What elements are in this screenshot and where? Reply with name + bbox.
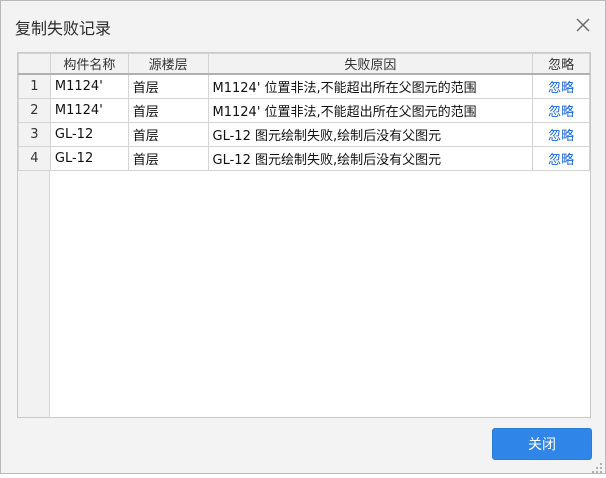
close-button[interactable] bbox=[571, 13, 595, 37]
column-header-rownum bbox=[18, 53, 51, 75]
title-bar: 复制失败记录 bbox=[1, 1, 605, 47]
cell-ignore: 忽略 bbox=[532, 145, 590, 171]
table-row[interactable]: 2 M1124' 首层 M1124' 位置非法,不能超出所在父图元的范围 忽略 bbox=[18, 97, 590, 123]
cell-reason: GL-12 图元绘制失败,绘制后没有父图元 bbox=[207, 121, 534, 147]
table-row[interactable]: 1 M1124' 首层 M1124' 位置非法,不能超出所在父图元的范围 忽略 bbox=[18, 73, 590, 99]
row-number: 1 bbox=[18, 73, 51, 99]
cell-reason: M1124' 位置非法,不能超出所在父图元的范围 bbox=[207, 73, 534, 99]
failure-records-table: 构件名称 源楼层 失败原因 忽略 1 M1124' 首层 M1124' 位置非法… bbox=[18, 53, 590, 171]
cell-source-floor: 首层 bbox=[127, 73, 209, 99]
table-header-row: 构件名称 源楼层 失败原因 忽略 bbox=[18, 53, 590, 75]
copy-failure-dialog: 复制失败记录 构件名称 源楼层 失败原因 忽略 1 M1124' 首层 M112… bbox=[0, 0, 606, 474]
ignore-link[interactable]: 忽略 bbox=[548, 153, 574, 168]
cell-name: GL-12 bbox=[49, 145, 129, 171]
cell-ignore: 忽略 bbox=[532, 97, 590, 123]
dialog-title: 复制失败记录 bbox=[15, 19, 112, 38]
row-number: 3 bbox=[18, 121, 51, 147]
column-header-source-floor[interactable]: 源楼层 bbox=[127, 53, 209, 75]
ignore-link[interactable]: 忽略 bbox=[548, 81, 574, 96]
resize-grip-icon[interactable] bbox=[591, 459, 603, 473]
table-row[interactable]: 4 GL-12 首层 GL-12 图元绘制失败,绘制后没有父图元 忽略 bbox=[18, 145, 590, 171]
ignore-link[interactable]: 忽略 bbox=[548, 129, 574, 144]
column-header-name[interactable]: 构件名称 bbox=[49, 53, 129, 75]
row-number: 2 bbox=[18, 97, 51, 123]
cell-name: M1124' bbox=[49, 73, 129, 99]
cell-source-floor: 首层 bbox=[127, 121, 209, 147]
cell-reason: M1124' 位置非法,不能超出所在父图元的范围 bbox=[207, 97, 534, 123]
cell-reason: GL-12 图元绘制失败,绘制后没有父图元 bbox=[207, 145, 534, 171]
close-icon bbox=[576, 18, 590, 32]
row-number: 4 bbox=[18, 145, 51, 171]
column-header-reason[interactable]: 失败原因 bbox=[207, 53, 534, 75]
table-row[interactable]: 3 GL-12 首层 GL-12 图元绘制失败,绘制后没有父图元 忽略 bbox=[18, 121, 590, 147]
cell-source-floor: 首层 bbox=[127, 97, 209, 123]
cell-ignore: 忽略 bbox=[532, 73, 590, 99]
cell-source-floor: 首层 bbox=[127, 145, 209, 171]
cell-name: M1124' bbox=[49, 97, 129, 123]
cell-ignore: 忽略 bbox=[532, 121, 590, 147]
ignore-link[interactable]: 忽略 bbox=[548, 105, 574, 120]
close-dialog-button[interactable]: 关闭 bbox=[492, 428, 592, 460]
failure-records-grid: 构件名称 源楼层 失败原因 忽略 1 M1124' 首层 M1124' 位置非法… bbox=[17, 52, 591, 418]
cell-name: GL-12 bbox=[49, 121, 129, 147]
column-header-ignore[interactable]: 忽略 bbox=[532, 53, 590, 75]
